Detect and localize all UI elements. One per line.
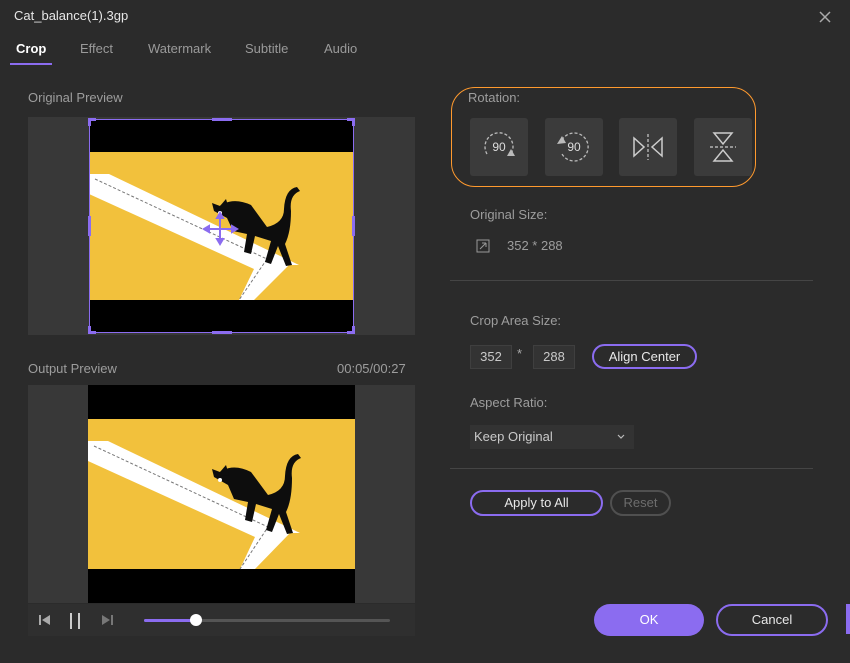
aspect-ratio-value: Keep Original — [474, 429, 553, 444]
crop-handle-top-right-v[interactable] — [352, 118, 355, 126]
flip-vertical-icon — [710, 132, 736, 162]
rotate-counterclockwise-button[interactable]: 90 — [545, 118, 603, 176]
step-forward-icon[interactable] — [100, 613, 114, 630]
chevron-down-icon — [616, 425, 626, 457]
original-preview-label: Original Preview — [28, 90, 123, 105]
pause-icon[interactable] — [68, 613, 82, 632]
tab-audio[interactable]: Audio — [324, 41, 357, 56]
rotate-counterclockwise-icon: 90 — [557, 132, 589, 162]
rotate-clockwise-icon: 90 — [484, 132, 515, 156]
divider-1 — [450, 280, 813, 281]
output-preview-label: Output Preview — [28, 361, 117, 376]
crop-handle-bottom[interactable] — [212, 331, 232, 334]
seek-bar-progress — [144, 619, 196, 622]
rotate-clockwise-text: 90 — [492, 140, 506, 154]
window-edge-accent — [846, 604, 850, 634]
active-tab-indicator — [10, 63, 52, 65]
crop-height-input[interactable]: 288 — [533, 345, 575, 369]
ok-button[interactable]: OK — [594, 604, 704, 636]
crop-handle-bottom-right-v[interactable] — [352, 326, 355, 334]
original-size-value: 352 * 288 — [507, 238, 563, 253]
flip-horizontal-icon — [633, 134, 663, 160]
output-video-frame — [88, 385, 355, 603]
crop-handle-right[interactable] — [352, 216, 355, 236]
resize-icon — [476, 239, 490, 256]
original-size-label: Original Size: — [470, 207, 548, 222]
aspect-ratio-label: Aspect Ratio: — [470, 395, 548, 410]
crop-area-size-label: Crop Area Size: — [470, 313, 562, 328]
tab-crop[interactable]: Crop — [16, 41, 46, 56]
playback-time: 00:05/00:27 — [337, 361, 406, 376]
rotate-clockwise-button[interactable]: 90 — [470, 118, 528, 176]
reset-button[interactable]: Reset — [610, 490, 671, 516]
crop-handle-bottom-left-v[interactable] — [88, 326, 91, 334]
tab-subtitle[interactable]: Subtitle — [245, 41, 288, 56]
cat-output-image — [88, 385, 355, 603]
step-back-icon[interactable] — [38, 613, 52, 630]
crop-handle-left[interactable] — [88, 216, 91, 236]
tab-effect[interactable]: Effect — [80, 41, 113, 56]
seek-bar[interactable] — [144, 614, 390, 626]
player-controls — [28, 604, 415, 636]
cancel-button[interactable]: Cancel — [716, 604, 828, 636]
rotate-counterclockwise-text: 90 — [567, 140, 581, 154]
crop-handle-top-left-v[interactable] — [88, 118, 91, 126]
flip-vertical-button[interactable] — [694, 118, 752, 176]
seek-bar-thumb[interactable] — [189, 614, 202, 626]
window-title: Cat_balance(1).3gp — [14, 8, 129, 23]
crop-handle-top[interactable] — [212, 118, 232, 121]
aspect-ratio-select[interactable]: Keep Original — [470, 425, 634, 449]
align-center-button[interactable]: Align Center — [592, 344, 697, 369]
tab-watermark[interactable]: Watermark — [148, 41, 211, 56]
flip-horizontal-button[interactable] — [619, 118, 677, 176]
divider-2 — [450, 468, 813, 469]
close-icon[interactable] — [817, 9, 833, 25]
crop-width-input[interactable]: 352 — [470, 345, 512, 369]
tab-bar: Crop Effect Watermark Subtitle Audio — [0, 38, 850, 66]
apply-to-all-button[interactable]: Apply to All — [470, 490, 603, 516]
crop-size-separator: * — [517, 346, 523, 361]
crop-selection-box[interactable] — [88, 118, 355, 334]
rotation-label: Rotation: — [468, 90, 521, 105]
